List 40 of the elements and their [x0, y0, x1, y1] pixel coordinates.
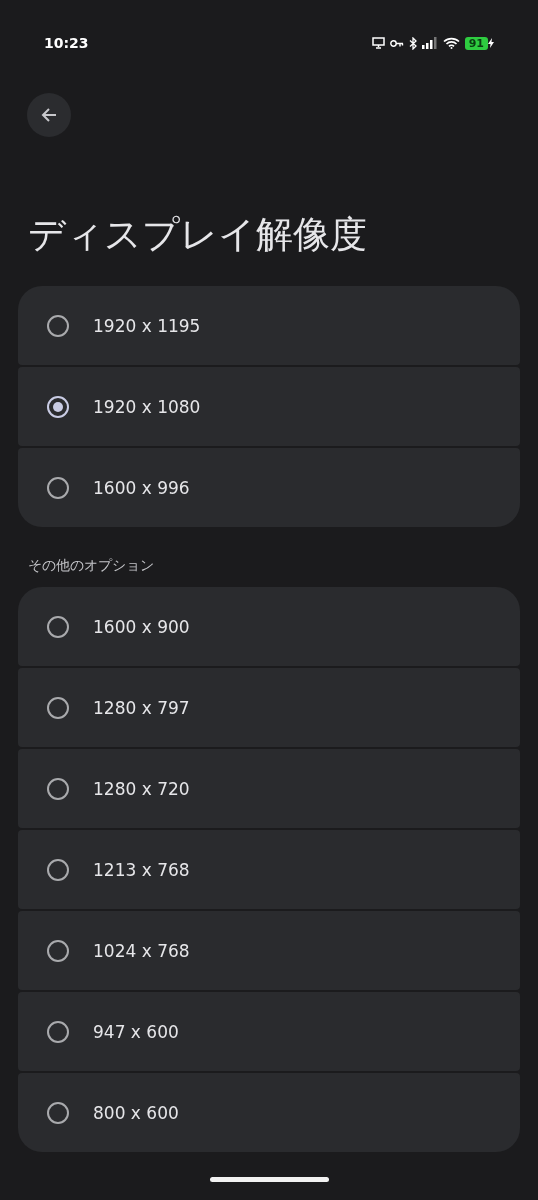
option-label: 1280 x 720	[93, 778, 190, 799]
resolution-option[interactable]: 800 x 600	[18, 1073, 520, 1152]
radio-button[interactable]	[47, 777, 69, 800]
bluetooth-icon	[408, 36, 417, 50]
battery-level: 91	[464, 36, 488, 50]
radio-button[interactable]	[47, 1020, 69, 1043]
radio-button[interactable]	[47, 395, 69, 418]
radio-button[interactable]	[47, 1101, 69, 1124]
key-icon	[389, 38, 404, 48]
resolution-option[interactable]: 1280 x 797	[18, 668, 520, 747]
radio-button[interactable]	[47, 615, 69, 638]
option-label: 1600 x 900	[93, 616, 190, 637]
page-title: ディスプレイ解像度	[28, 212, 368, 258]
resolution-option[interactable]: 1600 x 996	[18, 448, 520, 527]
option-label: 1280 x 797	[93, 697, 190, 718]
option-label: 1600 x 996	[93, 477, 190, 498]
resolution-option[interactable]: 1213 x 768	[18, 830, 520, 909]
back-button[interactable]	[27, 93, 71, 137]
resolution-option[interactable]: 1280 x 720	[18, 749, 520, 828]
resolution-option[interactable]: 1600 x 900	[18, 587, 520, 666]
wifi-icon	[442, 37, 460, 49]
option-label: 1213 x 768	[93, 859, 190, 880]
resolution-option[interactable]: 1920 x 1080	[18, 367, 520, 446]
radio-button[interactable]	[47, 314, 69, 337]
radio-button[interactable]	[47, 696, 69, 719]
signal-icon	[421, 37, 438, 49]
status-time: 10:23	[44, 35, 89, 51]
section-header: その他のオプション	[28, 557, 155, 575]
radio-button[interactable]	[47, 858, 69, 881]
option-label: 800 x 600	[93, 1102, 179, 1123]
radio-button[interactable]	[47, 939, 69, 962]
resolution-option[interactable]: 947 x 600	[18, 992, 520, 1071]
monitor-icon	[371, 37, 385, 49]
option-label: 1024 x 768	[93, 940, 190, 961]
option-label: 1920 x 1195	[93, 315, 201, 336]
option-label: 1920 x 1080	[93, 396, 201, 417]
option-label: 947 x 600	[93, 1021, 179, 1042]
resolution-option[interactable]: 1920 x 1195	[18, 286, 520, 365]
radio-button[interactable]	[47, 476, 69, 499]
resolution-option[interactable]: 1024 x 768	[18, 911, 520, 990]
